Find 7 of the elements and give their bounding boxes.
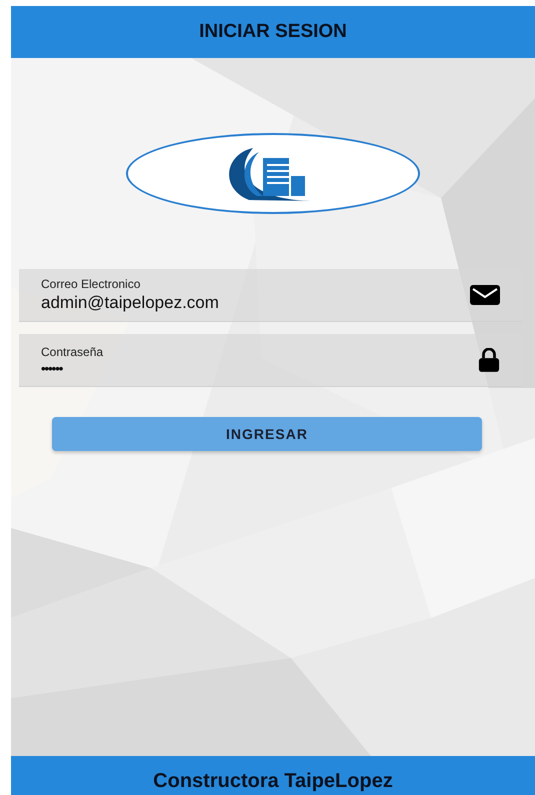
footer-title: Constructora TaipeLopez	[153, 770, 393, 793]
login-button[interactable]: INGRESAR	[52, 417, 482, 451]
lock-icon	[478, 348, 500, 372]
envelope-icon	[470, 285, 500, 305]
password-field[interactable]: Contraseña ••••••	[19, 334, 522, 387]
header-title: INICIAR SESION	[199, 21, 347, 43]
email-field[interactable]: Correo Electronico admin@taipelopez.com	[19, 269, 522, 322]
